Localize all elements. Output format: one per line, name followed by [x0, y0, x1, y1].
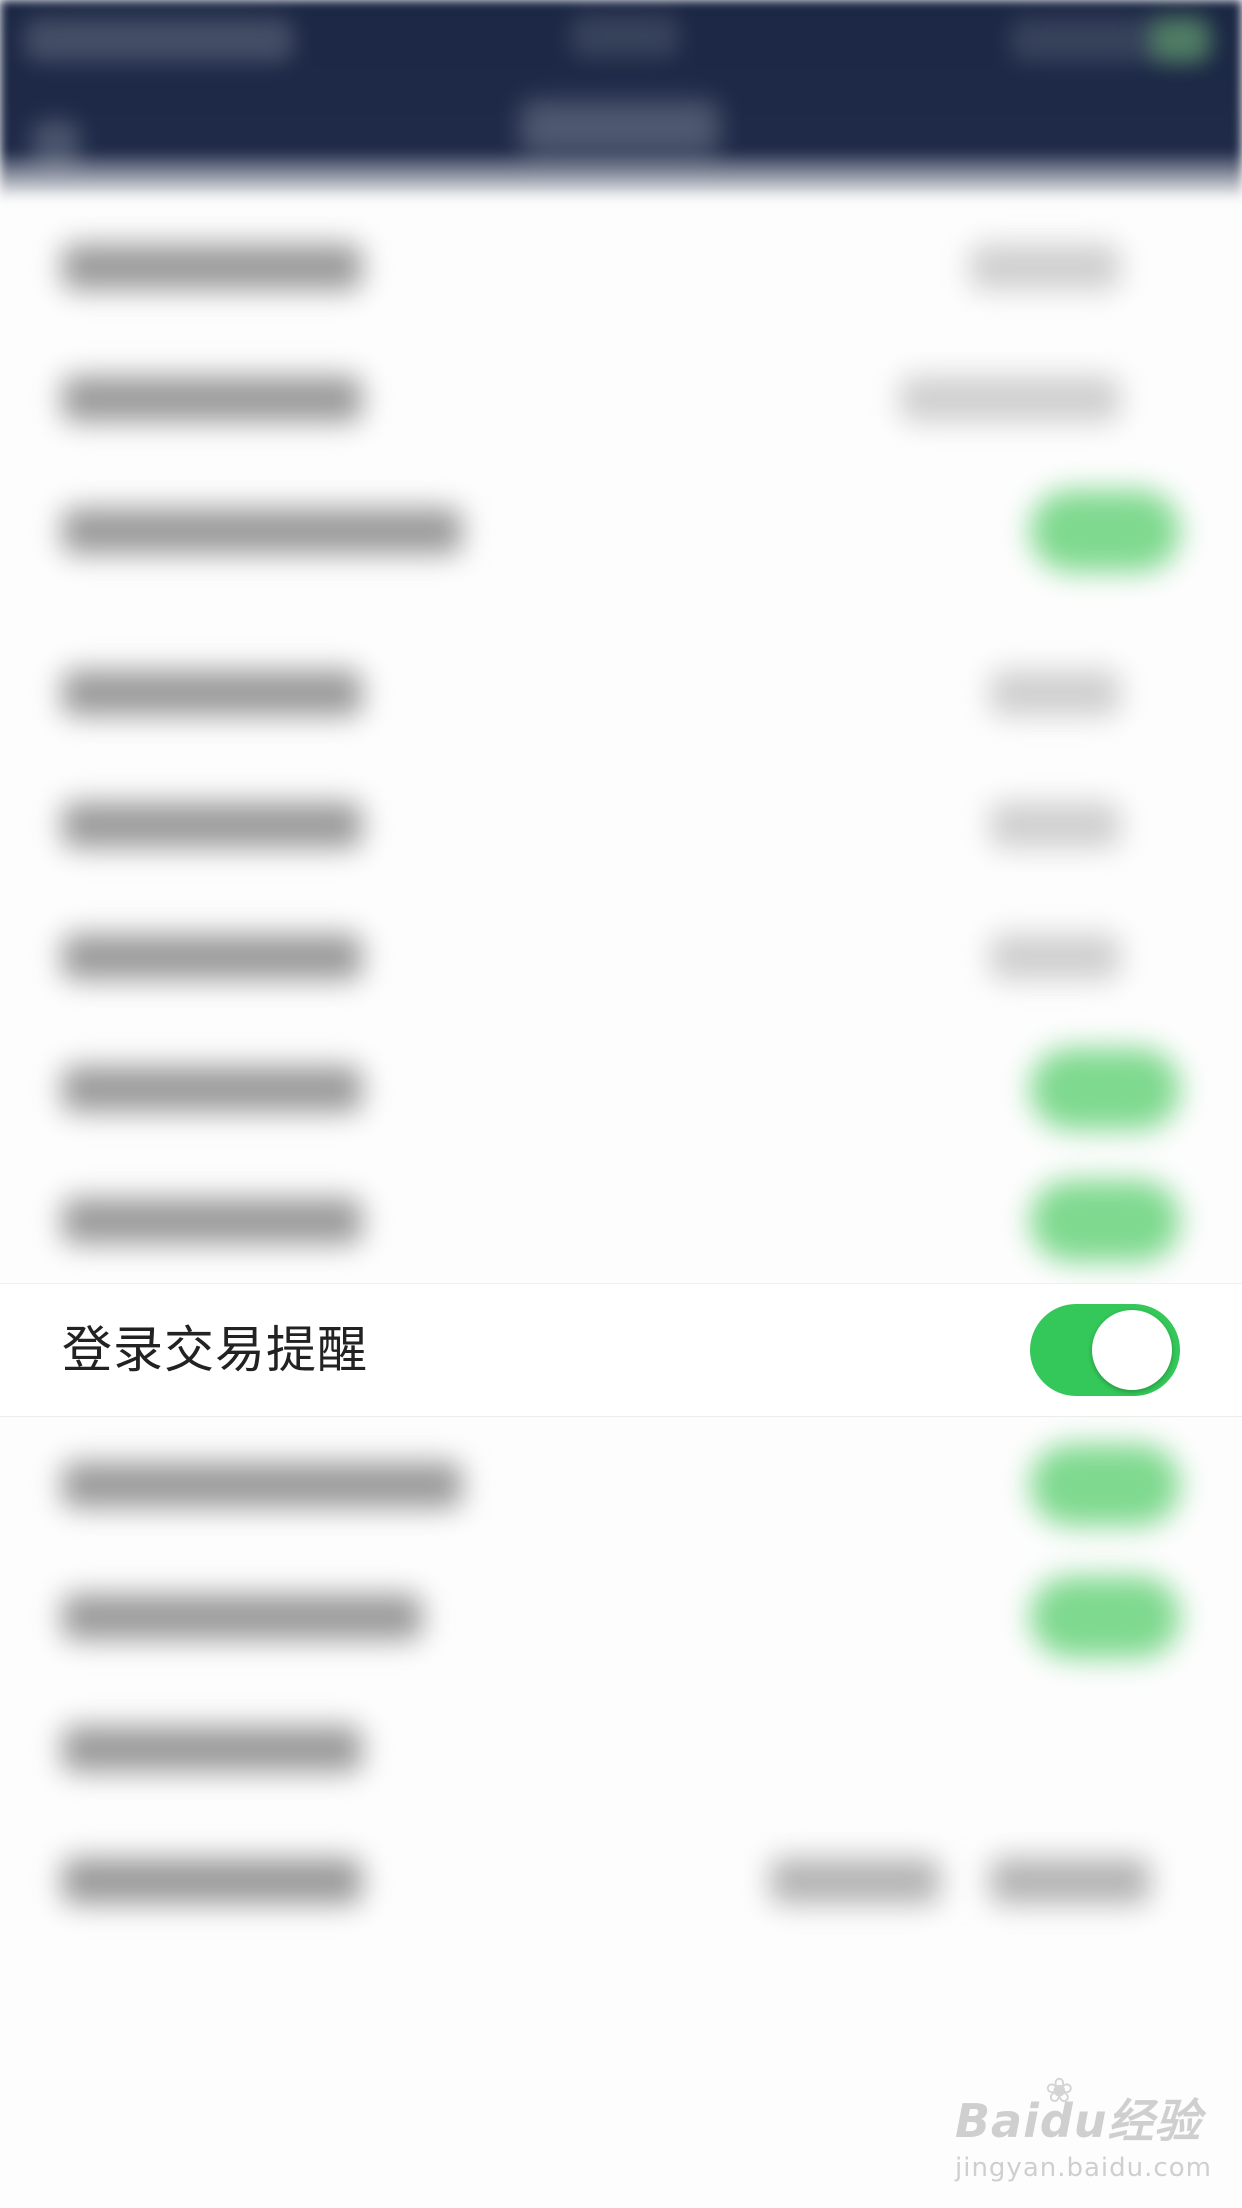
- setting-label: [62, 1066, 362, 1112]
- setting-value: [970, 244, 1120, 290]
- settings-row[interactable]: [0, 1418, 1242, 1550]
- settings-row[interactable]: [0, 332, 1242, 464]
- setting-label: [62, 670, 362, 716]
- toggle-switch[interactable]: [1030, 1048, 1180, 1130]
- toggle-knob[interactable]: [1092, 1310, 1172, 1390]
- settings-list: [0, 200, 1242, 1946]
- settings-row[interactable]: [0, 464, 1242, 596]
- settings-row[interactable]: [0, 1550, 1242, 1682]
- setting-value: [990, 802, 1120, 848]
- watermark: ❀ Baidu经验 jingyan.baidu.com: [955, 2071, 1212, 2183]
- settings-row[interactable]: [0, 758, 1242, 890]
- settings-row[interactable]: [0, 1154, 1242, 1286]
- setting-label: [62, 1594, 422, 1640]
- settings-row[interactable]: [0, 1682, 1242, 1814]
- settings-row[interactable]: [0, 626, 1242, 758]
- settings-row[interactable]: [0, 200, 1242, 332]
- login-transaction-alert-label: 登录交易提醒: [62, 1321, 368, 1379]
- setting-value: [990, 670, 1120, 716]
- settings-row[interactable]: [0, 890, 1242, 1022]
- settings-row[interactable]: [0, 1022, 1242, 1154]
- setting-label: [62, 244, 362, 290]
- setting-label: [62, 1462, 462, 1508]
- status-bar-time: [570, 14, 680, 58]
- toggle-switch[interactable]: [1030, 1444, 1180, 1526]
- setting-label: [62, 1726, 362, 1772]
- back-arrow-icon[interactable]: [32, 120, 80, 168]
- watermark-logo: Baidu经验: [955, 2094, 1202, 2148]
- toggle-switch[interactable]: [1030, 1180, 1180, 1262]
- paw-icon: ❀: [1045, 2071, 1074, 2111]
- settings-row[interactable]: [0, 1814, 1242, 1946]
- option-button[interactable]: [770, 1858, 940, 1904]
- toggle-switch[interactable]: [1030, 1576, 1180, 1658]
- status-bar-carrier: [24, 18, 294, 62]
- page-title: [520, 100, 720, 156]
- setting-label: [62, 1198, 362, 1244]
- battery-icon: [1150, 18, 1210, 62]
- login-transaction-alert-toggle[interactable]: [1030, 1304, 1180, 1396]
- toggle-switch[interactable]: [1030, 490, 1180, 572]
- setting-label: [62, 508, 462, 554]
- setting-value: [900, 376, 1120, 422]
- setting-label: [62, 934, 362, 980]
- setting-value: [990, 934, 1120, 980]
- setting-label: [62, 802, 362, 848]
- setting-label: [62, 376, 362, 422]
- setting-label: [62, 1858, 362, 1904]
- navigation-header: [0, 0, 1242, 200]
- login-transaction-alert-row: 登录交易提醒: [0, 1283, 1242, 1417]
- watermark-url: jingyan.baidu.com: [955, 2153, 1212, 2183]
- option-button[interactable]: [990, 1858, 1150, 1904]
